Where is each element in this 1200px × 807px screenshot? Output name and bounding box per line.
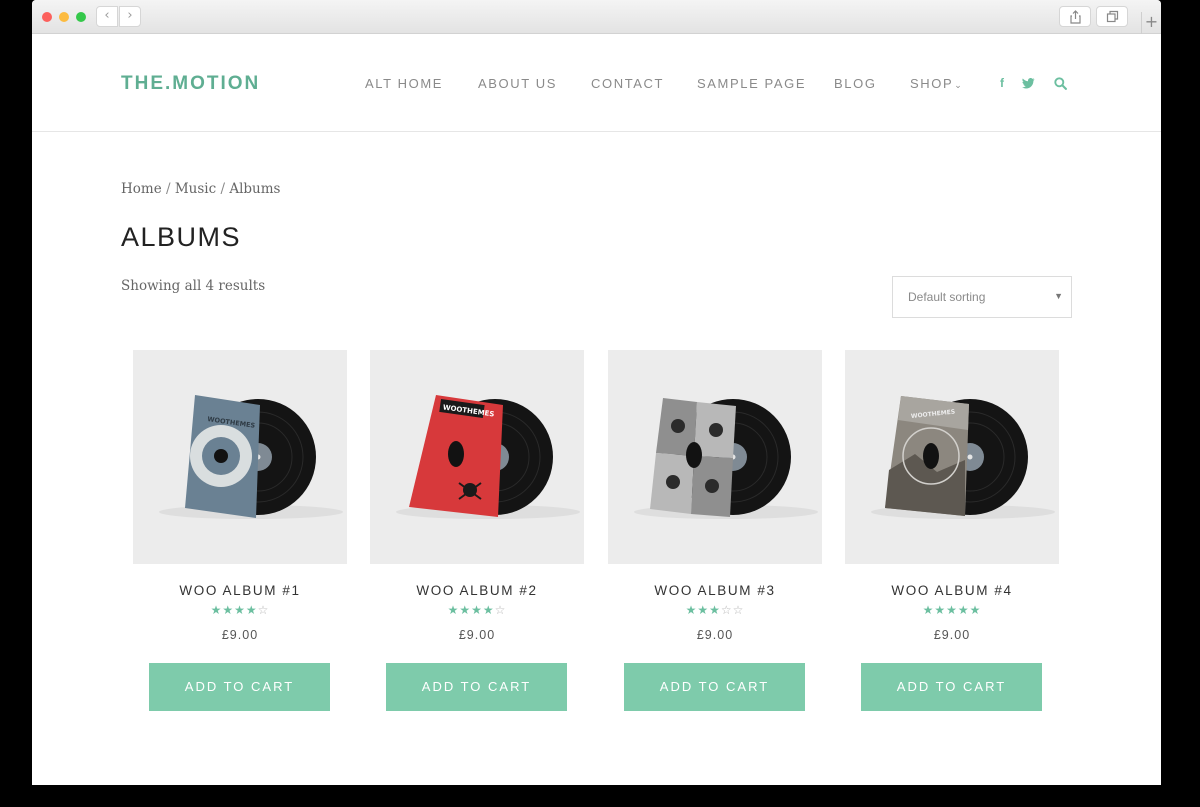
- nav-alt-home[interactable]: ALT HOME: [365, 76, 443, 91]
- product-card: WOOTHEMES WOO ALBUM #1 ★★★★☆ £9.00 ADD T…: [133, 350, 347, 711]
- product-image-link[interactable]: WOOTHEMES: [845, 350, 1059, 564]
- add-to-cart-button[interactable]: ADD TO CART: [149, 663, 330, 711]
- star-rating: ★★★★☆: [370, 603, 584, 617]
- page-title: ALBUMS: [121, 222, 242, 252]
- product-price: £9.00: [933, 628, 971, 642]
- star-filled-icon: ★: [245, 603, 258, 617]
- product-price: £9.00: [221, 628, 259, 642]
- star-filled-icon: ★: [459, 603, 472, 617]
- vinyl-record-image: [634, 398, 818, 519]
- star-filled-icon: ★: [697, 603, 710, 617]
- zoom-window-button[interactable]: [76, 12, 86, 22]
- share-button[interactable]: [1059, 6, 1091, 27]
- tabs-icon: [1106, 10, 1119, 23]
- star-empty-icon: ☆: [257, 603, 270, 617]
- forward-button[interactable]: ›: [119, 6, 141, 27]
- star-empty-icon: ☆: [732, 603, 745, 617]
- breadcrumb-separator: /: [220, 181, 226, 197]
- star-filled-icon: ★: [709, 603, 721, 617]
- product-price: £9.00: [696, 628, 734, 642]
- sort-select-value: Default sorting: [908, 290, 986, 304]
- product-image-link[interactable]: [608, 350, 822, 564]
- nav-shop-label: SHOP: [910, 76, 954, 91]
- new-tab-button[interactable]: +: [1141, 12, 1161, 34]
- product-title[interactable]: WOO ALBUM #1: [133, 583, 347, 598]
- vinyl-record-image: WOOTHEMES: [396, 395, 580, 519]
- star-filled-icon: ★: [922, 603, 935, 617]
- star-filled-icon: ★: [234, 603, 246, 617]
- add-to-cart-button[interactable]: ADD TO CART: [861, 663, 1042, 711]
- result-count: Showing all 4 results: [121, 278, 266, 294]
- star-filled-icon: ★: [222, 603, 235, 617]
- nav-blog[interactable]: BLOG: [834, 76, 877, 91]
- star-filled-icon: ★: [447, 603, 460, 617]
- product-image-link[interactable]: WOOTHEMES: [370, 350, 584, 564]
- twitter-icon[interactable]: [1022, 78, 1035, 89]
- facebook-icon[interactable]: f: [1000, 76, 1004, 90]
- star-filled-icon: ★: [946, 603, 958, 617]
- product-title[interactable]: WOO ALBUM #4: [845, 583, 1059, 598]
- product-card: WOOTHEMES WOO ALBUM #2 ★★★★☆ £9.00 ADD T…: [370, 350, 584, 711]
- site-header: THE.MOTION ALT HOME ABOUT US CONTACT SAM…: [32, 34, 1161, 132]
- dropdown-arrow-icon: ▼: [1054, 291, 1063, 301]
- sort-select[interactable]: Default sorting ▼: [892, 276, 1072, 318]
- site-logo[interactable]: THE.MOTION: [121, 73, 260, 95]
- star-filled-icon: ★: [471, 603, 483, 617]
- breadcrumb-separator: /: [166, 181, 171, 197]
- close-window-button[interactable]: [42, 12, 52, 22]
- nav-sample-page[interactable]: SAMPLE PAGE: [697, 76, 806, 91]
- breadcrumb-home[interactable]: Home: [121, 181, 162, 197]
- star-rating: ★★★★★: [845, 603, 1059, 617]
- nav-shop[interactable]: SHOP⌄: [910, 76, 962, 91]
- star-empty-icon: ☆: [494, 603, 507, 617]
- breadcrumb-albums: Albums: [229, 181, 281, 197]
- star-filled-icon: ★: [957, 603, 970, 617]
- minimize-window-button[interactable]: [59, 12, 69, 22]
- star-empty-icon: ☆: [720, 603, 733, 617]
- nav-about-us[interactable]: ABOUT US: [478, 76, 557, 91]
- star-filled-icon: ★: [685, 603, 698, 617]
- chevron-down-icon: ⌄: [954, 80, 962, 90]
- breadcrumb-music[interactable]: Music: [175, 181, 216, 197]
- share-icon: [1070, 10, 1081, 24]
- star-filled-icon: ★: [482, 603, 495, 617]
- browser-toolbar: ‹ › +: [32, 0, 1161, 34]
- back-button[interactable]: ‹: [96, 6, 118, 27]
- vinyl-record-image: WOOTHEMES: [871, 396, 1055, 519]
- star-rating: ★★★★☆: [133, 603, 347, 617]
- star-rating: ★★★☆☆: [608, 603, 822, 617]
- star-filled-icon: ★: [210, 603, 223, 617]
- product-image-link[interactable]: WOOTHEMES: [133, 350, 347, 564]
- add-to-cart-button[interactable]: ADD TO CART: [386, 663, 567, 711]
- search-icon[interactable]: [1054, 77, 1067, 90]
- add-to-cart-button[interactable]: ADD TO CART: [624, 663, 805, 711]
- show-tabs-button[interactable]: [1096, 6, 1128, 27]
- vinyl-record-image: WOOTHEMES: [159, 395, 343, 519]
- product-price: £9.00: [458, 628, 496, 642]
- nav-contact[interactable]: CONTACT: [591, 76, 664, 91]
- browser-window: ‹ › + THE.MOTION ALT HOME ABOUT US CONTA…: [32, 0, 1161, 785]
- star-filled-icon: ★: [934, 603, 947, 617]
- product-card: WOO ALBUM #3 ★★★☆☆ £9.00 ADD TO CART: [608, 350, 822, 711]
- product-title[interactable]: WOO ALBUM #3: [608, 583, 822, 598]
- star-filled-icon: ★: [969, 603, 982, 617]
- product-card: WOOTHEMES WOO ALBUM #4 ★★★★★ £9.00 ADD T…: [845, 350, 1059, 711]
- product-title[interactable]: WOO ALBUM #2: [370, 583, 584, 598]
- breadcrumb: Home / Music / Albums: [121, 181, 280, 197]
